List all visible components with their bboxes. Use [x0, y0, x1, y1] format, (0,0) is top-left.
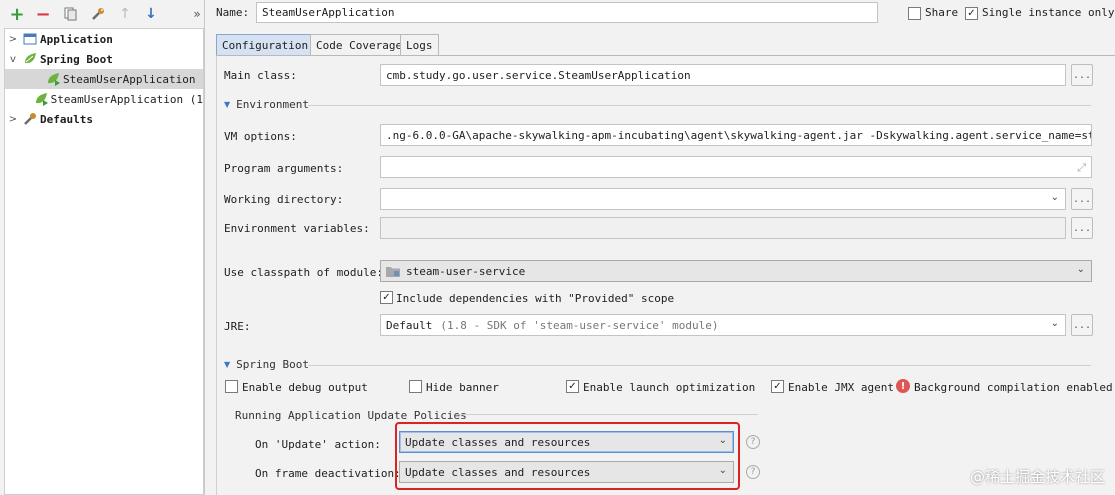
divider: [308, 105, 1091, 106]
jre-label: JRE:: [224, 320, 251, 333]
watermark: @稀土掘金技术社区: [969, 468, 1105, 486]
run-config-sidebar: + − ↑ ↓ » > Application v Spring Boot St…: [0, 0, 205, 495]
jre-value: Default: [386, 318, 433, 332]
single-instance-label: Single instance only: [982, 6, 1115, 19]
tree-label-steam-user-app: SteamUserApplication: [63, 72, 196, 86]
name-label: Name:: [216, 6, 250, 19]
environment-variables-label: Environment variables:: [224, 222, 370, 235]
environment-section-header[interactable]: ▼ Environment: [224, 98, 309, 111]
classpath-module-label: Use classpath of module:: [224, 266, 383, 279]
single-instance-checkbox[interactable]: ✓: [965, 7, 978, 20]
tree-node-steam-user-app-2[interactable]: SteamUserApplication (1: [5, 89, 203, 109]
enable-debug-output-checkbox[interactable]: [225, 380, 238, 393]
arrow-up-icon[interactable]: ↑: [116, 5, 134, 23]
jre-browse-button[interactable]: ...: [1071, 314, 1093, 336]
spring-boot-run-icon: [35, 92, 49, 106]
copy-icon[interactable]: [62, 5, 80, 23]
minus-icon[interactable]: −: [34, 4, 52, 25]
triangle-down-icon: ▼: [224, 360, 231, 369]
tree-node-spring-boot[interactable]: v Spring Boot: [7, 49, 203, 69]
sidebar-toolbar: + − ↑ ↓ »: [0, 0, 205, 28]
include-dependencies-label: Include dependencies with "Provided" sco…: [396, 292, 675, 305]
help-icon[interactable]: ?: [746, 435, 760, 449]
main-class-input[interactable]: cmb.study.go.user.service.SteamUserAppli…: [380, 64, 1066, 86]
jre-select[interactable]: Default (1.8 - SDK of 'steam-user-servic…: [380, 314, 1066, 336]
tab-configuration[interactable]: Configuration: [216, 34, 315, 55]
application-icon: [23, 32, 37, 46]
arrow-down-icon[interactable]: ↓: [142, 5, 160, 23]
chevron-down-icon[interactable]: ⌄: [1051, 192, 1059, 203]
enable-launch-optimization-checkbox[interactable]: ✓: [566, 380, 579, 393]
chevron-right-icon[interactable]: >: [7, 114, 19, 125]
spring-boot-section-title: Spring Boot: [236, 358, 310, 371]
run-config-editor: Name: SteamUserApplication Share ✓ Singl…: [206, 0, 1115, 495]
config-tree: > Application v Spring Boot SteamUserApp…: [4, 28, 204, 495]
chevron-right-icon[interactable]: >: [7, 34, 19, 45]
tree-label-defaults: Defaults: [40, 112, 93, 126]
on-frame-deactivation-label: On frame deactivation:: [255, 467, 401, 480]
vm-options-value: .ng-6.0.0-GA\apache-skywalking-apm-incub…: [386, 128, 1091, 142]
main-class-browse-button[interactable]: ...: [1071, 64, 1093, 86]
classpath-module-value: steam-user-service: [406, 264, 526, 278]
working-directory-input[interactable]: ⌄: [380, 188, 1066, 210]
tree-node-steam-user-app-selected[interactable]: SteamUserApplication: [5, 69, 203, 89]
chevron-down-icon[interactable]: v: [7, 54, 19, 65]
spring-boot-run-icon: [47, 72, 61, 86]
on-update-action-label: On 'Update' action:: [255, 438, 381, 451]
enable-jmx-agent-checkbox[interactable]: ✓: [771, 380, 784, 393]
program-arguments-label: Program arguments:: [224, 162, 344, 175]
tree-node-application[interactable]: > Application: [7, 29, 203, 49]
tab-code-coverage[interactable]: Code Coverage: [310, 34, 409, 55]
folder-icon: [386, 265, 400, 277]
name-input[interactable]: SteamUserApplication: [256, 2, 878, 23]
highlight-box: [395, 422, 740, 490]
vm-options-input[interactable]: .ng-6.0.0-GA\apache-skywalking-apm-incub…: [380, 124, 1092, 146]
chevron-down-icon[interactable]: ⌄: [1051, 318, 1059, 329]
tree-node-defaults[interactable]: > Defaults: [7, 109, 203, 129]
tree-label-spring-boot: Spring Boot: [40, 52, 113, 66]
environment-section-title: Environment: [236, 98, 310, 111]
enable-jmx-agent-label: Enable JMX agent: [788, 381, 894, 394]
enable-debug-output-label: Enable debug output: [242, 381, 368, 394]
environment-variables-browse-button[interactable]: ...: [1071, 217, 1093, 239]
enable-launch-optimization-label: Enable launch optimization: [583, 381, 756, 394]
wrench-icon: [23, 112, 37, 126]
chevron-down-icon: ⌄: [1076, 264, 1085, 275]
help-icon[interactable]: ?: [746, 465, 760, 479]
tree-label-application: Application: [40, 32, 113, 46]
update-policies-title: Running Application Update Policies: [235, 409, 467, 422]
triangle-down-icon: ▼: [224, 100, 231, 109]
main-class-label: Main class:: [224, 69, 297, 82]
jre-hint: (1.8 - SDK of 'steam-user-service' modul…: [440, 318, 719, 332]
background-compilation-label: Background compilation enabled: [914, 381, 1113, 394]
include-dependencies-checkbox[interactable]: ✓: [380, 291, 393, 304]
expand-icon[interactable]: ⤢: [1077, 161, 1086, 175]
hide-banner-label: Hide banner: [426, 381, 499, 394]
working-directory-browse-button[interactable]: ...: [1071, 188, 1093, 210]
environment-variables-input[interactable]: [380, 217, 1066, 239]
tab-logs[interactable]: Logs: [400, 34, 439, 55]
hide-banner-checkbox[interactable]: [409, 380, 422, 393]
tree-label-steam-user-app-2: SteamUserApplication (1: [50, 92, 203, 106]
divider: [308, 365, 1091, 366]
more-icon[interactable]: »: [188, 5, 206, 23]
share-checkbox[interactable]: [908, 7, 921, 20]
share-label: Share: [925, 6, 959, 19]
spring-boot-section-header[interactable]: ▼ Spring Boot: [224, 358, 309, 371]
divider: [456, 414, 758, 415]
classpath-module-select[interactable]: steam-user-service ⌄: [380, 260, 1092, 282]
spring-boot-icon: [23, 52, 37, 66]
program-arguments-input[interactable]: ⤢: [380, 156, 1092, 178]
warning-icon: !: [896, 379, 910, 393]
vm-options-label: VM options:: [224, 130, 297, 143]
working-directory-label: Working directory:: [224, 193, 344, 206]
plus-icon[interactable]: +: [8, 4, 26, 25]
wrench-icon[interactable]: [89, 5, 107, 23]
